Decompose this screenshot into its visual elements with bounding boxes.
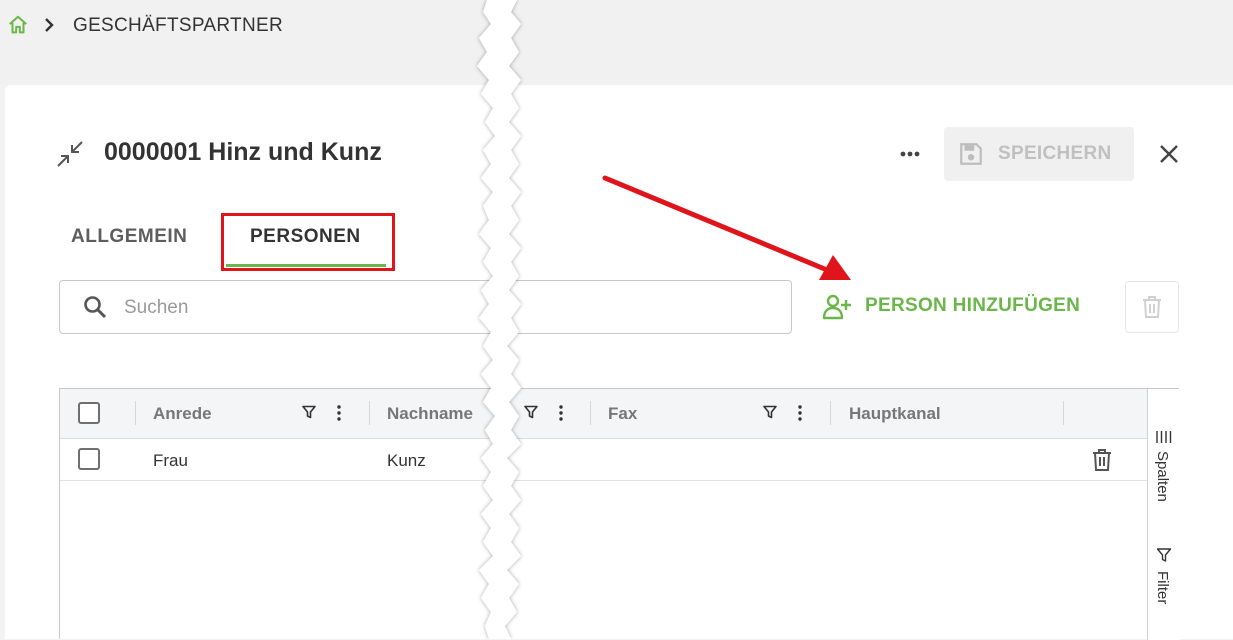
save-icon	[960, 143, 982, 165]
cell-anrede: Frau	[153, 451, 188, 470]
add-person-icon	[822, 294, 851, 320]
grid-side-panel: Spalten Filter	[1147, 389, 1180, 640]
close-icon[interactable]	[1155, 140, 1183, 168]
tab-allgemein[interactable]: ALLGEMEIN	[71, 226, 187, 248]
column-separator	[135, 401, 136, 425]
row-checkbox[interactable]	[78, 448, 100, 470]
collapse-icon[interactable]	[56, 140, 84, 168]
column-separator	[1063, 401, 1064, 425]
search-field[interactable]	[59, 280, 792, 334]
filter-icon[interactable]	[1156, 547, 1172, 563]
column-separator	[830, 401, 831, 425]
cell-nachname: Kunz	[387, 451, 426, 470]
more-horizontal-icon[interactable]	[895, 141, 925, 167]
add-person-label: PERSON HINZUFÜGEN	[865, 295, 1081, 316]
search-input[interactable]	[122, 293, 766, 323]
column-header-anrede[interactable]: Anrede	[153, 404, 212, 424]
table-row[interactable]: Frau Kunz	[60, 438, 1147, 481]
filter-icon[interactable]	[763, 405, 777, 419]
top-bar: GESCHÄFTSPARTNER	[0, 0, 1233, 85]
annotation-arrow	[602, 175, 851, 280]
column-menu-icon[interactable]	[797, 404, 803, 422]
save-button-label: SPEICHERN	[998, 143, 1112, 164]
breadcrumb-current[interactable]: GESCHÄFTSPARTNER	[73, 15, 283, 37]
chevron-right-icon	[45, 18, 54, 32]
column-separator	[369, 401, 370, 425]
row-delete-icon[interactable]	[1091, 448, 1113, 472]
page-title: 0000001 Hinz und Kunz	[104, 138, 382, 166]
home-icon[interactable]	[7, 14, 29, 36]
torn-edge-overlay	[477, 0, 521, 639]
filter-panel-label[interactable]: Filter	[1154, 571, 1171, 604]
columns-panel-label[interactable]: Spalten	[1154, 451, 1171, 502]
select-all-checkbox[interactable]	[78, 402, 100, 424]
persons-grid: Anrede Nachname Fax Hauptkanal Frau Kunz…	[59, 388, 1180, 640]
column-separator	[590, 401, 591, 425]
trash-icon	[1143, 296, 1161, 318]
column-header-hauptkanal[interactable]: Hauptkanal	[849, 404, 941, 424]
search-icon	[84, 296, 107, 319]
column-menu-icon[interactable]	[558, 404, 564, 422]
column-header-nachname[interactable]: Nachname	[387, 404, 473, 424]
add-person-button[interactable]: PERSON HINZUFÜGEN	[818, 290, 1098, 324]
grid-header: Anrede Nachname Fax Hauptkanal	[60, 389, 1147, 439]
column-header-fax[interactable]: Fax	[608, 404, 637, 424]
save-button[interactable]: SPEICHERN	[944, 127, 1134, 181]
column-menu-icon[interactable]	[336, 404, 342, 422]
columns-icon[interactable]	[1156, 429, 1172, 445]
delete-button[interactable]	[1125, 281, 1179, 333]
annotation-highlight-box	[221, 213, 395, 271]
filter-icon[interactable]	[302, 405, 316, 419]
